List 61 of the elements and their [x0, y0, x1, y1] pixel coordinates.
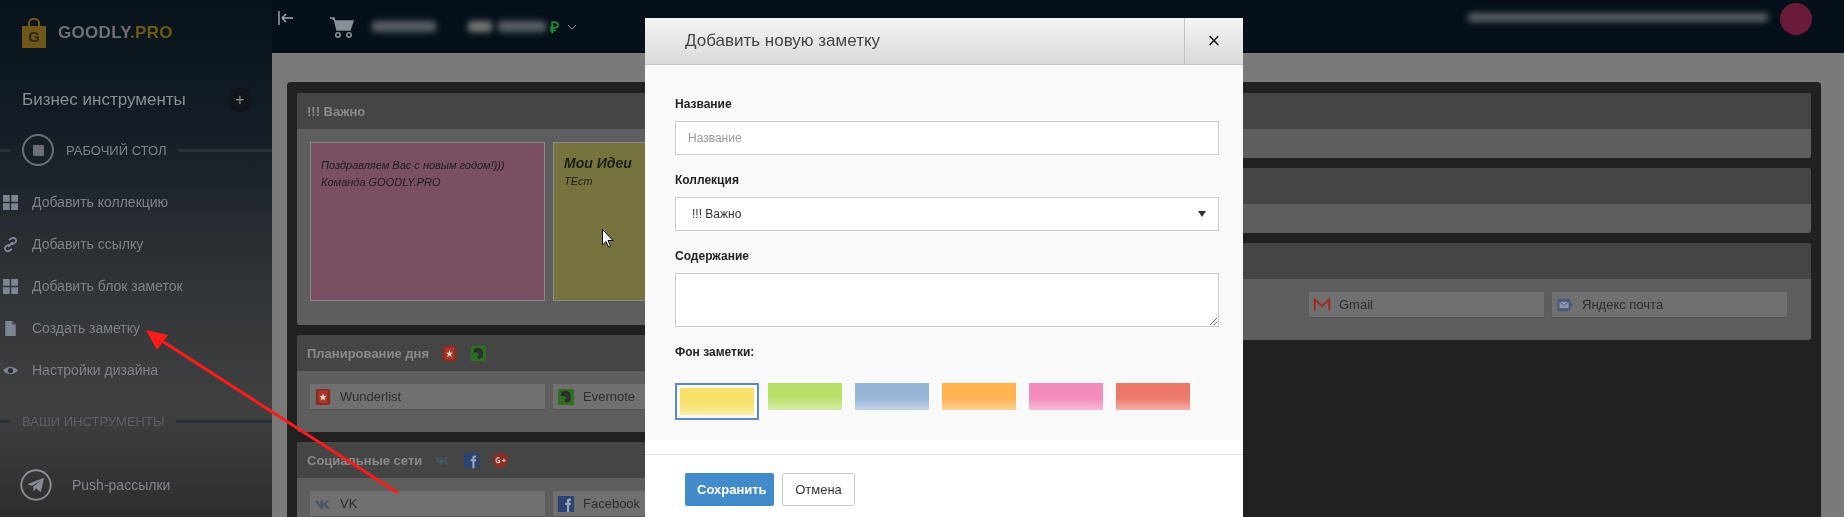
- note-card[interactable]: Поздравляем Вас с новым годом!))) Команда GOODLY.PRO: [310, 142, 545, 301]
- logo-text: GOODLY.PRO: [58, 23, 173, 43]
- sidebar-item[interactable]: Добавить блок заметок: [0, 278, 272, 294]
- field-label: Название: [675, 97, 733, 111]
- currency-sign: ₽: [550, 17, 559, 38]
- paper-plane-icon: [20, 469, 52, 501]
- save-button[interactable]: Сохранить: [685, 473, 774, 506]
- dropdown[interactable]: !!! Важно: [675, 197, 1219, 231]
- document-icon: [3, 320, 18, 336]
- note-title: Мои Идеи: [564, 155, 632, 171]
- color-swatch[interactable]: [675, 383, 759, 420]
- link-tile[interactable]: VK: [310, 491, 545, 516]
- chevron-down-icon[interactable]: [567, 23, 577, 30]
- elephant-icon: [470, 344, 487, 362]
- elephant-icon: [557, 387, 575, 406]
- input-field[interactable]: Название: [675, 121, 1219, 155]
- link-tile[interactable]: Gmail: [1309, 292, 1544, 317]
- panel-title: Планирование дня: [307, 345, 429, 361]
- color-swatch[interactable]: [1116, 383, 1190, 410]
- sidebar-item[interactable]: Добавить ссылку: [0, 236, 272, 252]
- panel-title: !!! Важно: [307, 103, 366, 119]
- grid-icon: [3, 194, 18, 210]
- shopping-bag-icon: [22, 134, 54, 166]
- mouse-pointer-icon: [602, 229, 614, 248]
- section-title[interactable]: РАБОЧИЙ СТОЛ: [66, 142, 167, 158]
- note-text: Поздравляем Вас с новым годом!))) Команда GOODLY.PRO: [321, 158, 505, 190]
- grid-icon: [3, 278, 18, 294]
- color-swatch[interactable]: [855, 383, 929, 410]
- field-label: Содержание: [675, 249, 750, 263]
- cancel-button[interactable]: Отмена: [782, 473, 855, 506]
- sidebar-item[interactable]: Push-рассылки: [20, 469, 272, 501]
- bag-logo-mark: G: [22, 18, 46, 48]
- sidebar-item[interactable]: Добавить коллекцию: [0, 194, 272, 210]
- sidebar-heading: Бизнес инструменты: [22, 90, 186, 110]
- caret-icon: [1198, 211, 1206, 217]
- color-swatch[interactable]: [942, 383, 1016, 410]
- blurred-text: [498, 21, 546, 32]
- color-swatch[interactable]: [1029, 383, 1103, 410]
- bookmark-icon: [314, 387, 332, 406]
- link-tile[interactable]: Wunderlist: [310, 384, 545, 409]
- color-swatch[interactable]: [768, 383, 842, 410]
- avatar[interactable]: [1780, 2, 1812, 35]
- chain-link-icon: [3, 236, 18, 252]
- google-plus-icon: [492, 451, 510, 469]
- facebook-icon: [463, 451, 481, 469]
- sidebar-item[interactable]: Создать заметку: [0, 320, 272, 336]
- shopping-cart-icon[interactable]: [330, 15, 354, 38]
- note-text: ТЕст: [564, 174, 593, 189]
- text-area[interactable]: [675, 273, 1219, 327]
- sidebar-item[interactable]: Настройки дизайна: [0, 362, 272, 378]
- field-label: Фон заметки:: [675, 345, 756, 359]
- close-button[interactable]: ×: [1184, 18, 1243, 64]
- link-tile[interactable]: Яндекс почта: [1552, 292, 1787, 317]
- dialog-title: Добавить новую заметку: [684, 30, 882, 52]
- collapse-arrow-icon[interactable]: [278, 10, 294, 25]
- field-label: Коллекция: [675, 173, 740, 187]
- blurred-text: [468, 21, 492, 32]
- add-button[interactable]: +: [228, 88, 252, 112]
- facebook-icon: [557, 494, 575, 513]
- bookmark-icon: [441, 344, 458, 362]
- blurred-text: [372, 21, 436, 32]
